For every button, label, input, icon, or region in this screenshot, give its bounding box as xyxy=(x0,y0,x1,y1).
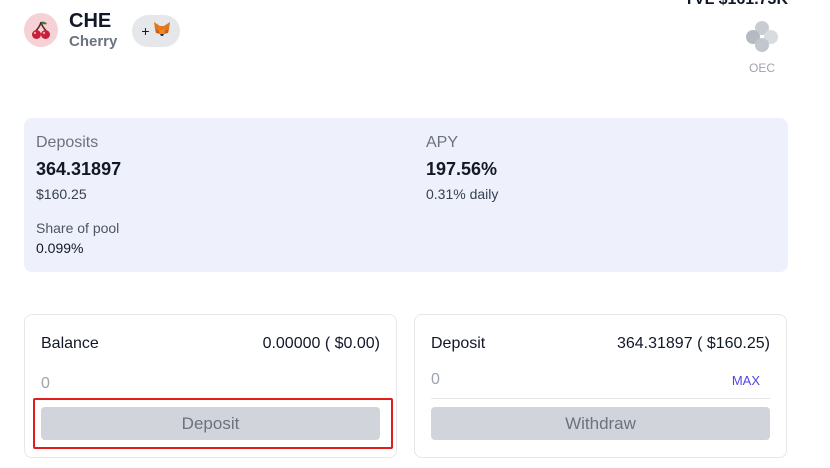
cherry-icon xyxy=(24,13,58,47)
pool-stats-panel: Deposits 364.31897 $160.25 APY 197.56% 0… xyxy=(24,118,788,272)
deposited-usd: ( $160.25) xyxy=(697,335,770,352)
metamask-fox-icon xyxy=(153,21,171,42)
balance-usd: ( $0.00) xyxy=(324,335,380,352)
apy-daily: 0.31% daily xyxy=(426,186,499,202)
balance-amount: 0.00000 xyxy=(262,335,321,352)
plus-label: + xyxy=(141,23,150,39)
chain-label: OEC xyxy=(748,61,775,75)
balance-label: Balance xyxy=(41,335,99,352)
withdraw-button[interactable]: Withdraw xyxy=(431,407,770,440)
deposit-amount-input[interactable] xyxy=(41,373,261,395)
deposit-button[interactable]: Deposit xyxy=(41,407,380,440)
input-divider xyxy=(431,398,770,399)
deposits-usd: $160.25 xyxy=(36,186,87,202)
tvl-label: TVL $161.73K xyxy=(684,0,788,9)
apy-value: 197.56% xyxy=(426,159,498,179)
deposited-value: 364.31897 ( $160.25) xyxy=(617,335,770,353)
deposit-card: Balance 0.00000 ( $0.00) Deposit xyxy=(24,314,397,458)
token-name: Cherry xyxy=(69,33,118,50)
add-to-metamask-button[interactable]: + xyxy=(132,15,180,47)
max-button[interactable]: MAX xyxy=(732,373,760,389)
deposited-amount: 364.31897 xyxy=(616,335,693,352)
share-of-pool-value: 0.099% xyxy=(36,240,84,256)
apy-label: APY xyxy=(426,134,459,151)
token-symbol: CHE xyxy=(69,10,112,32)
deposited-label: Deposit xyxy=(431,335,486,352)
deposits-value: 364.31897 xyxy=(36,159,122,179)
oec-chain-icon xyxy=(744,20,780,54)
withdraw-card: Deposit 364.31897 ( $160.25) MAX Withdra… xyxy=(414,314,787,458)
share-of-pool-label: Share of pool xyxy=(36,220,120,236)
balance-value: 0.00000 ( $0.00) xyxy=(263,335,380,353)
withdraw-amount-input[interactable] xyxy=(431,369,651,391)
deposits-label: Deposits xyxy=(36,134,99,151)
